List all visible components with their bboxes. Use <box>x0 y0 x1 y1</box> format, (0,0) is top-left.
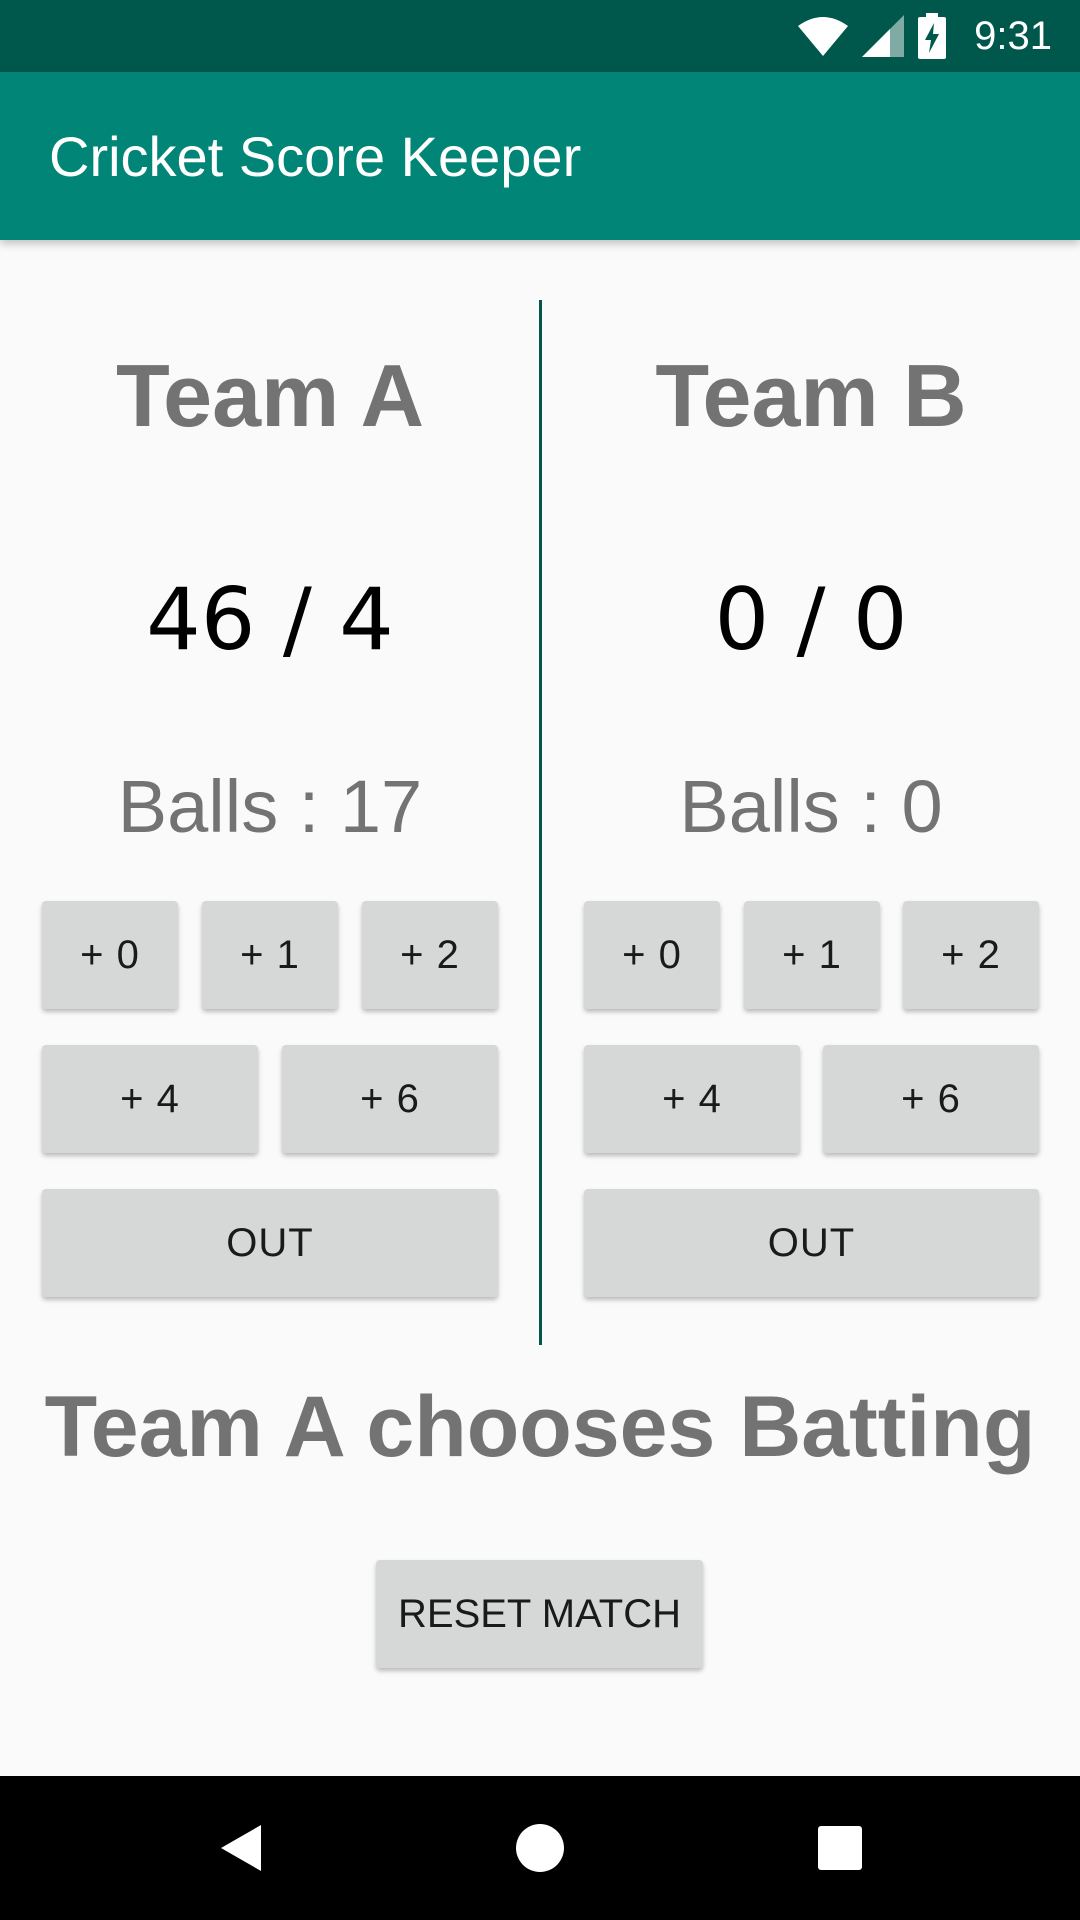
reset-match-button[interactable]: RESET MATCH <box>376 1560 703 1668</box>
team-b-plus6-button[interactable]: + 6 <box>823 1045 1039 1153</box>
team-a-plus2-button[interactable]: + 2 <box>362 901 498 1009</box>
app-title: Cricket Score Keeper <box>49 124 582 188</box>
wifi-icon <box>798 17 849 56</box>
battery-charging-icon <box>918 13 947 59</box>
team-b-name: Team B <box>655 346 967 445</box>
nav-back-button[interactable] <box>190 1776 290 1920</box>
team-b-out-button[interactable]: OUT <box>584 1189 1039 1297</box>
back-icon <box>221 1825 261 1871</box>
navigation-bar <box>0 1776 1080 1920</box>
nav-home-button[interactable] <box>490 1776 590 1920</box>
team-b-score: 0 / 0 <box>714 570 908 670</box>
team-b-plus2-button[interactable]: + 2 <box>903 901 1039 1009</box>
signal-icon <box>862 15 905 57</box>
nav-recents-button[interactable] <box>790 1776 890 1920</box>
team-a-plus1-button[interactable]: + 1 <box>202 901 338 1009</box>
team-a-balls: Balls : 17 <box>117 765 423 848</box>
team-a-plus6-button[interactable]: + 6 <box>282 1045 498 1153</box>
team-a-name: Team A <box>115 346 425 445</box>
team-a-out-button[interactable]: OUT <box>42 1189 498 1297</box>
app-bar: Cricket Score Keeper <box>0 72 1080 240</box>
recents-icon <box>818 1826 862 1870</box>
home-icon <box>516 1824 564 1872</box>
team-b-plus1-button[interactable]: + 1 <box>744 901 880 1009</box>
team-a-plus0-button[interactable]: + 0 <box>42 901 178 1009</box>
team-a-plus4-button[interactable]: + 4 <box>42 1045 258 1153</box>
team-b-plus0-button[interactable]: + 0 <box>584 901 720 1009</box>
batting-status-text: Team A chooses Batting <box>44 1379 1036 1475</box>
team-a-score: 46 / 4 <box>146 570 394 670</box>
team-b-balls: Balls : 0 <box>679 765 943 848</box>
status-time: 9:31 <box>974 13 1052 58</box>
status-bar: 9:31 <box>0 0 1080 72</box>
team-b-plus4-button[interactable]: + 4 <box>584 1045 800 1153</box>
